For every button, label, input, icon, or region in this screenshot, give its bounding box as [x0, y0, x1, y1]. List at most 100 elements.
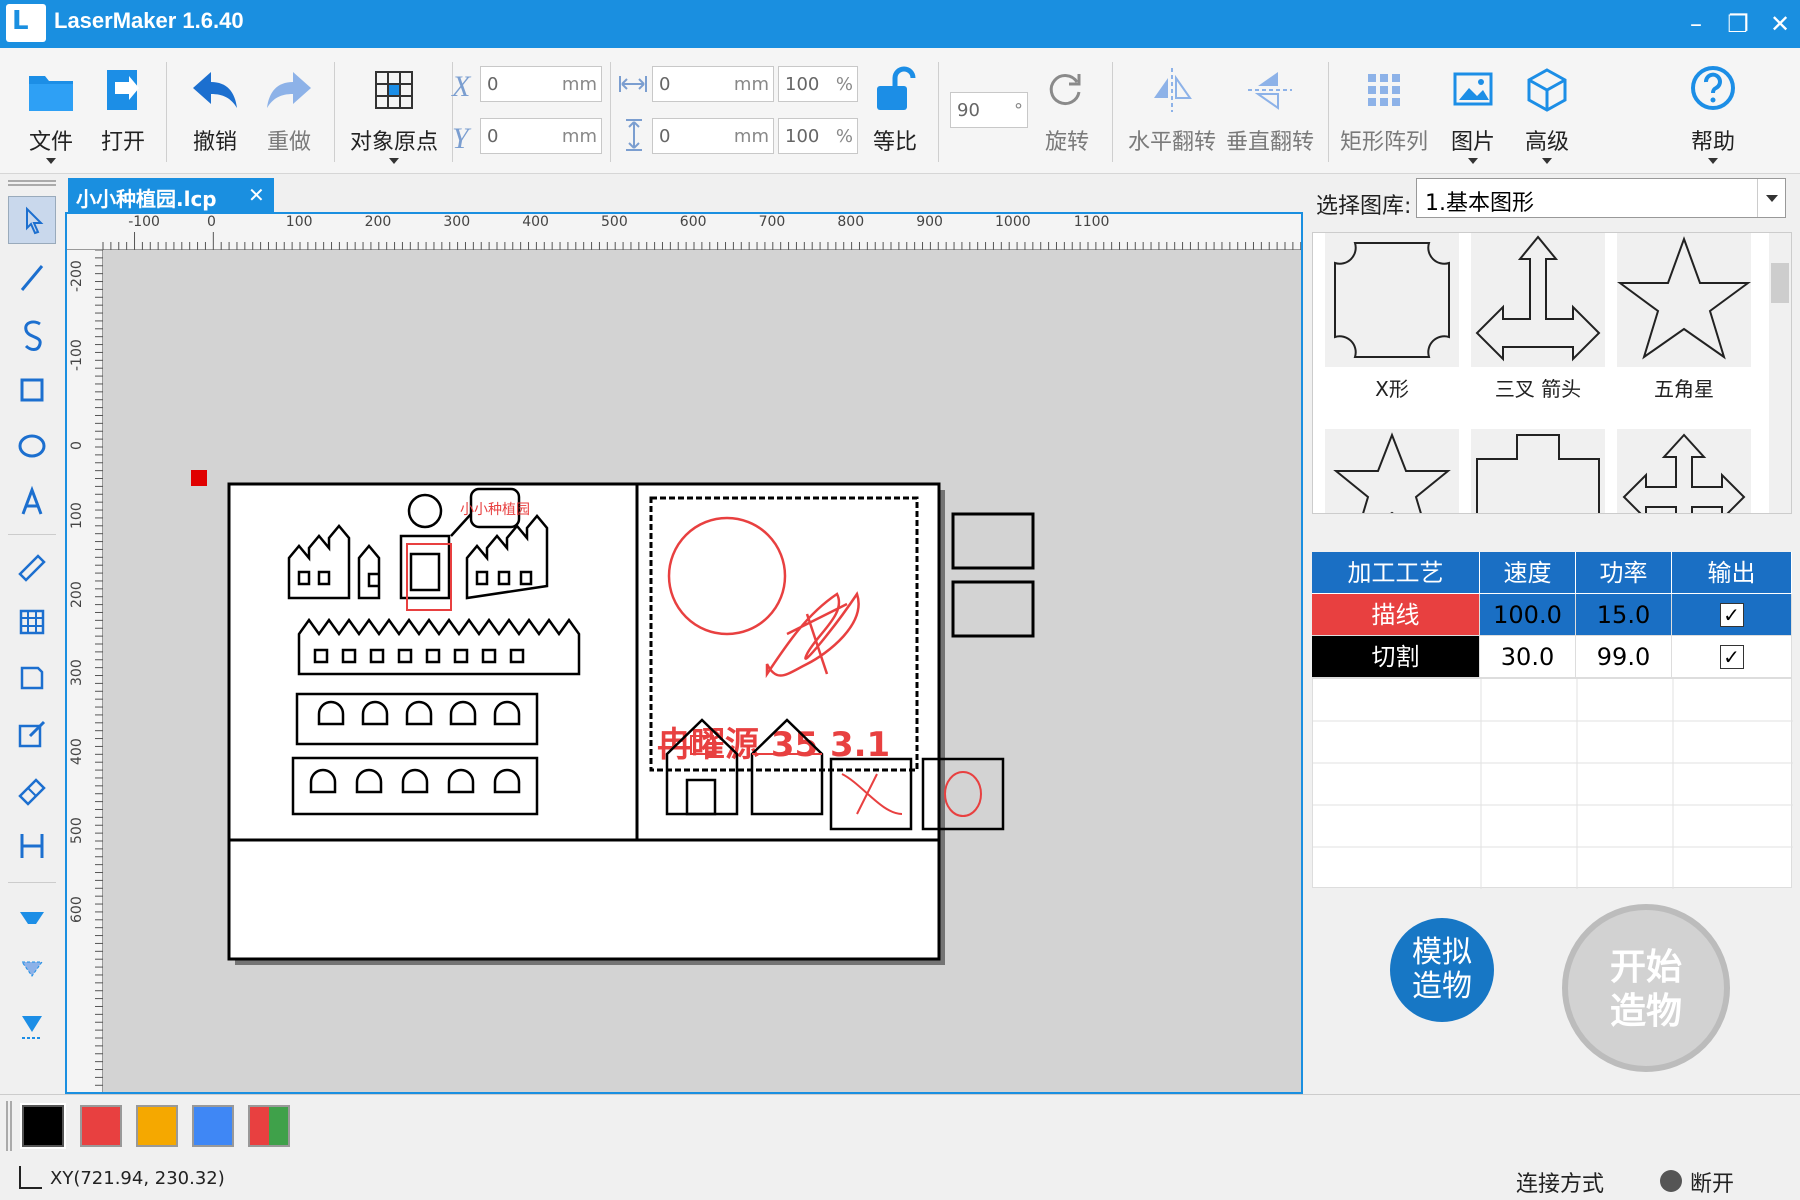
cross-shape-icon	[1476, 434, 1600, 513]
array-grid-icon	[1368, 74, 1400, 106]
close-window-button[interactable]: ✕	[1760, 6, 1800, 42]
rotate-button[interactable]: 旋转	[1034, 58, 1100, 168]
design-canvas[interactable]: -100 0 100 200 300 400 500 600 700 800 900 1000 1100…	[65, 212, 1303, 1094]
three-way-arrow-icon	[1475, 235, 1601, 362]
shape-star[interactable]	[1616, 233, 1752, 367]
help-button[interactable]: 帮助	[1678, 58, 1748, 168]
toolbar-separator	[334, 62, 335, 162]
open-button[interactable]: 打开	[90, 58, 156, 168]
table-header: 加工工艺 速度 功率 输出	[1312, 552, 1792, 594]
restore-button[interactable]: ❐	[1718, 6, 1758, 42]
edit-node-tool[interactable]	[8, 710, 56, 758]
undo-button[interactable]: 撤销	[182, 58, 248, 168]
ellipse-icon	[18, 434, 46, 458]
y-position-field[interactable]: 0 mm	[480, 118, 602, 154]
library-select[interactable]: 1.基本图形	[1416, 178, 1786, 218]
line-tool[interactable]	[8, 254, 56, 302]
connection-status-icon	[1660, 1170, 1682, 1192]
unlock-icon	[877, 66, 916, 110]
eraser-tool[interactable]	[8, 766, 56, 814]
rectangle-tool[interactable]	[8, 366, 56, 414]
shape-x[interactable]	[1325, 233, 1459, 367]
x-position-field[interactable]: 0 mm	[480, 66, 602, 102]
fill-tool[interactable]	[8, 890, 56, 938]
connection-method-label[interactable]: 连接方式	[1516, 1166, 1604, 1198]
tab-document[interactable]: 小小种植园.lcp ✕	[68, 178, 274, 212]
image-icon	[1453, 72, 1493, 106]
start-build-button[interactable]: 开始 造物	[1562, 904, 1730, 1072]
proportional-button[interactable]: 等比	[862, 58, 928, 168]
scale-height-field[interactable]: 100%	[778, 118, 858, 154]
chevron-down-icon	[1757, 179, 1785, 217]
library-label: 选择图库:	[1316, 194, 1412, 219]
table-row[interactable]: 切割 30.0 99.0 ✓	[1312, 636, 1792, 678]
align-bottom-tool[interactable]	[8, 1002, 56, 1050]
chevron-down-icon	[46, 158, 56, 164]
scale-width-field[interactable]: 100%	[778, 66, 858, 102]
undo-icon	[193, 72, 237, 108]
shape-cross[interactable]	[1471, 429, 1605, 513]
curve-icon	[24, 320, 42, 351]
color-swatch-blue[interactable]	[192, 1105, 234, 1147]
output-checkbox[interactable]: ✓	[1719, 644, 1744, 669]
shape-four-way-arrow[interactable]	[1617, 429, 1751, 513]
shape-six-point-star[interactable]	[1325, 429, 1459, 513]
artwork[interactable]: 小小种植园 冉曜源 35 3.1	[67, 214, 1303, 1094]
shape-three-way-arrow-label: 三叉 箭头	[1494, 377, 1582, 401]
frame-tool[interactable]	[8, 654, 56, 702]
horizontal-flip-button[interactable]: 水平翻转	[1124, 58, 1220, 168]
x-label: X	[452, 70, 471, 103]
flip-horizontal-icon	[1154, 68, 1192, 112]
rotate-angle-field[interactable]: 90 °	[950, 92, 1028, 128]
palette-grip	[6, 1101, 12, 1151]
edit-icon	[18, 720, 46, 748]
height-field[interactable]: 0 mm	[652, 118, 774, 154]
distribute-tool[interactable]	[8, 822, 56, 870]
vertical-flip-button[interactable]: 垂直翻转	[1222, 58, 1318, 168]
image-button[interactable]: 图片	[1440, 58, 1506, 168]
color-swatch-red[interactable]	[80, 1105, 122, 1147]
align-down-tool[interactable]	[8, 946, 56, 994]
toolbar-separator	[1328, 62, 1329, 162]
toolbar-separator	[166, 62, 167, 162]
redo-button[interactable]: 重做	[256, 58, 322, 168]
object-origin-button[interactable]: 对象原点	[344, 58, 444, 168]
output-cell: ✓	[1672, 594, 1792, 636]
close-tab-icon[interactable]: ✕	[248, 183, 265, 207]
minimize-button[interactable]: –	[1676, 6, 1716, 42]
advanced-button[interactable]: 高级	[1514, 58, 1580, 168]
tool-separator	[8, 534, 56, 535]
right-panel: 选择图库: 1.基本图形 X形 三叉 箭头 五角星 加工工艺 速度 功率 输出 …	[1306, 174, 1800, 1094]
file-button[interactable]: 文件	[18, 58, 84, 168]
table-row[interactable]: 描线 100.0 15.0 ✓	[1312, 594, 1792, 636]
four-way-arrow-icon	[1622, 433, 1746, 513]
simulate-button[interactable]: 模拟 造物	[1390, 918, 1494, 1022]
width-field[interactable]: 0 mm	[652, 66, 774, 102]
flip-vertical-icon	[1248, 72, 1292, 110]
selection-handle[interactable]	[191, 470, 207, 486]
folder-icon	[29, 76, 73, 111]
title-bar: L LaserMaker 1.6.40 – ❐ ✕	[0, 0, 1800, 48]
color-swatch-orange[interactable]	[136, 1105, 178, 1147]
output-checkbox[interactable]: ✓	[1719, 602, 1744, 627]
x-shape-icon	[1334, 242, 1450, 358]
color-swatch-black[interactable]	[20, 1103, 66, 1149]
table-tool[interactable]	[8, 598, 56, 646]
rectangle-icon	[20, 378, 44, 402]
toolbar-separator	[938, 62, 939, 162]
panel-grip	[8, 180, 56, 186]
measure-tool[interactable]	[8, 542, 56, 590]
color-picker-button[interactable]	[248, 1105, 290, 1147]
scrollbar-thumb[interactable]	[1771, 263, 1789, 303]
text-tool[interactable]	[8, 478, 56, 526]
select-tool[interactable]	[8, 196, 56, 244]
curve-tool[interactable]	[8, 310, 56, 358]
ellipse-tool[interactable]	[8, 422, 56, 470]
rectangle-array-button[interactable]: 矩形阵列	[1336, 58, 1432, 168]
bucket-icon	[20, 912, 44, 924]
help-icon	[1691, 66, 1735, 110]
library-scrollbar[interactable]	[1769, 233, 1791, 513]
y-label: Y	[452, 122, 469, 155]
shape-three-way-arrow[interactable]	[1471, 233, 1605, 367]
app-logo: L	[6, 4, 46, 42]
